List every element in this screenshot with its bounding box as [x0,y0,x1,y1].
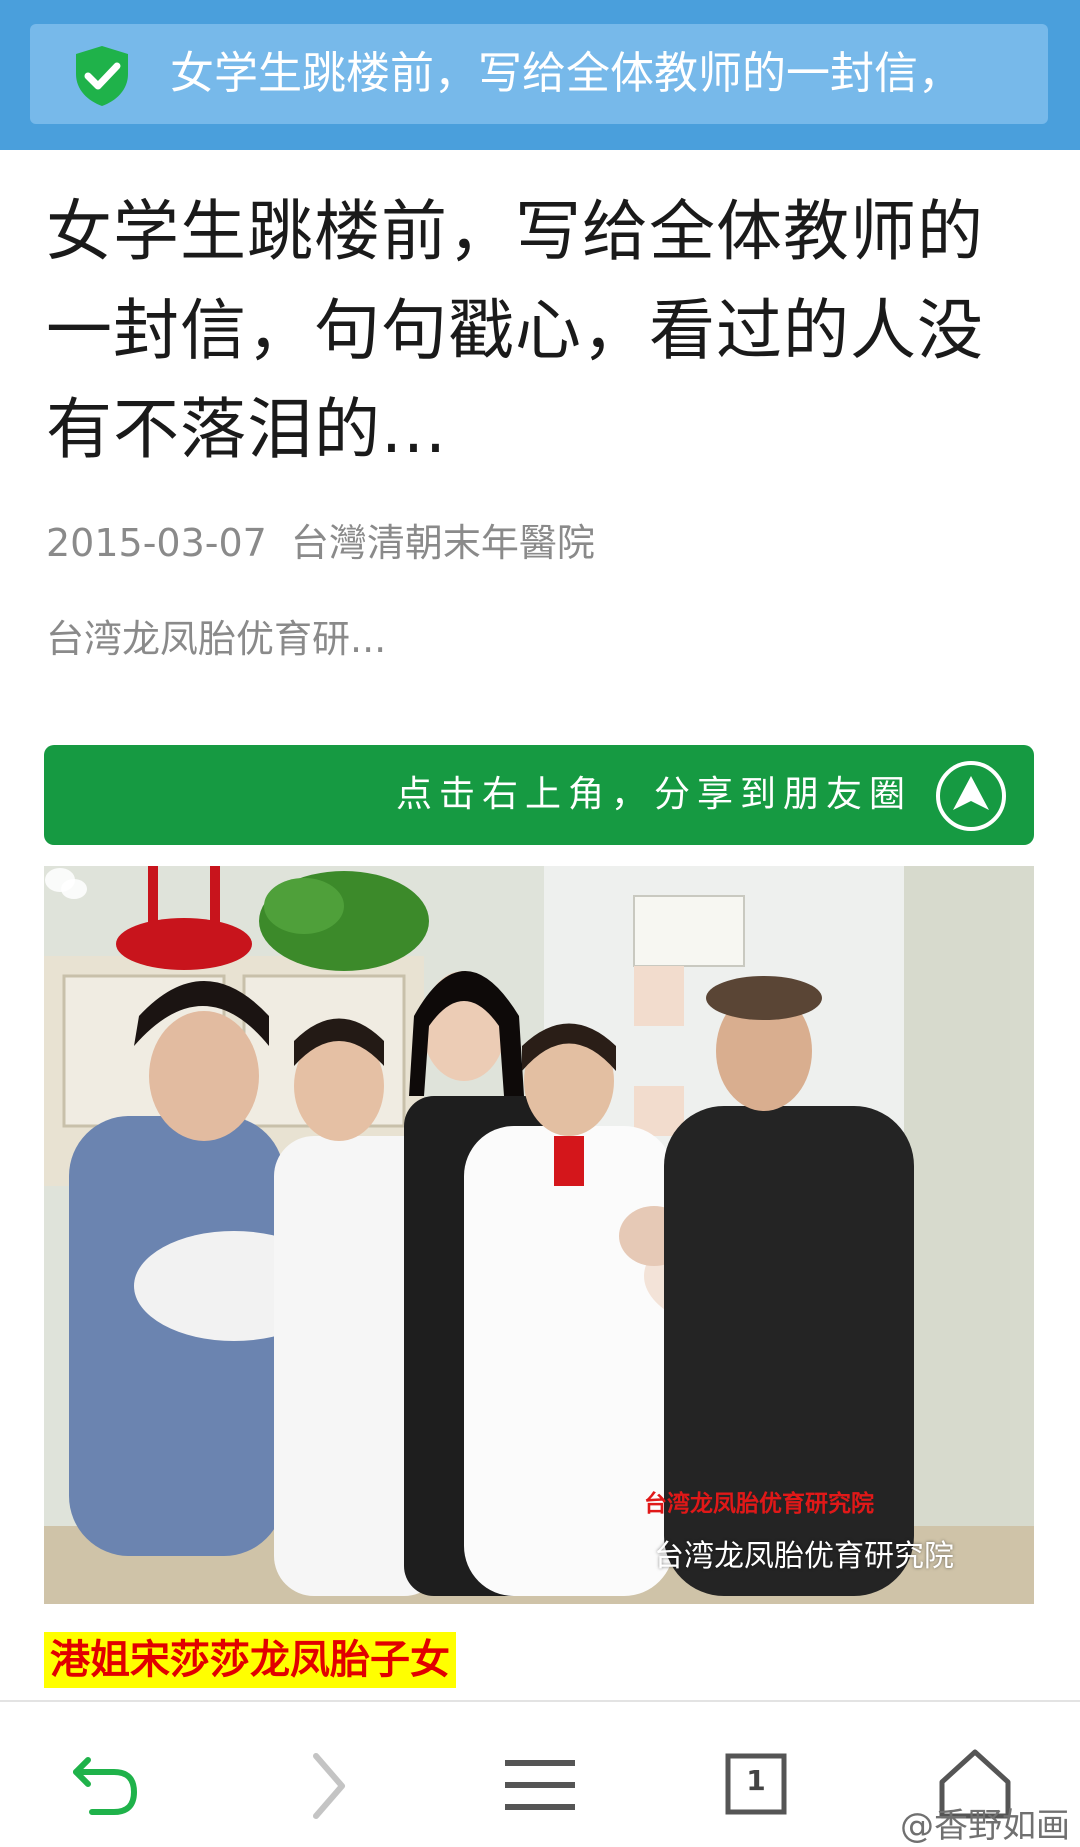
weibo-watermark: @香野如画 [900,1806,1070,1846]
article-meta: 2015-03-07 台灣清朝末年醫院 [46,512,595,567]
photo-watermark-red: 台湾龙凤胎优育研究院 [644,1491,874,1517]
article-summary: 台湾龙凤胎优育研... [46,617,387,661]
wechat-icon [45,868,87,899]
article-author[interactable]: 台灣清朝末年醫院 [291,521,595,565]
back-icon[interactable] [62,1738,152,1828]
menu-icon[interactable] [495,1738,585,1828]
share-banner[interactable]: 点击右上角，分享到朋友圈 [44,745,1034,845]
url-box[interactable]: 女学生跳楼前，写给全体教师的一封信， [30,24,1048,124]
forward-icon[interactable] [280,1738,370,1828]
tab-count: 1 [746,1764,766,1797]
bottom-nav: 1 @香野如画 [0,1700,1080,1847]
article-date: 2015-03-07 [46,521,267,565]
arrow-up-circle-icon [936,761,1006,831]
article-headline: 女学生跳楼前，写给全体教师的一封信，句句戳心，看过的人没有不落泪的... [46,193,984,468]
photo-watermark-name: 台湾龙凤胎优育研究院 [654,1539,954,1574]
shield-check-icon [76,46,128,106]
address-bar: 女学生跳楼前，写给全体教师的一封信， [0,0,1080,150]
page-title: 女学生跳楼前，写给全体教师的一封信， [170,48,962,99]
share-banner-label: 点击右上角，分享到朋友圈 [395,774,912,815]
article-photo: 台湾龙凤胎优育研究院 台湾龙凤胎优育研究院 [44,866,1034,1604]
tabs-button[interactable]: 1 [714,1738,804,1828]
photo-caption: 港姐宋莎莎龙凤胎子女 [44,1632,456,1688]
